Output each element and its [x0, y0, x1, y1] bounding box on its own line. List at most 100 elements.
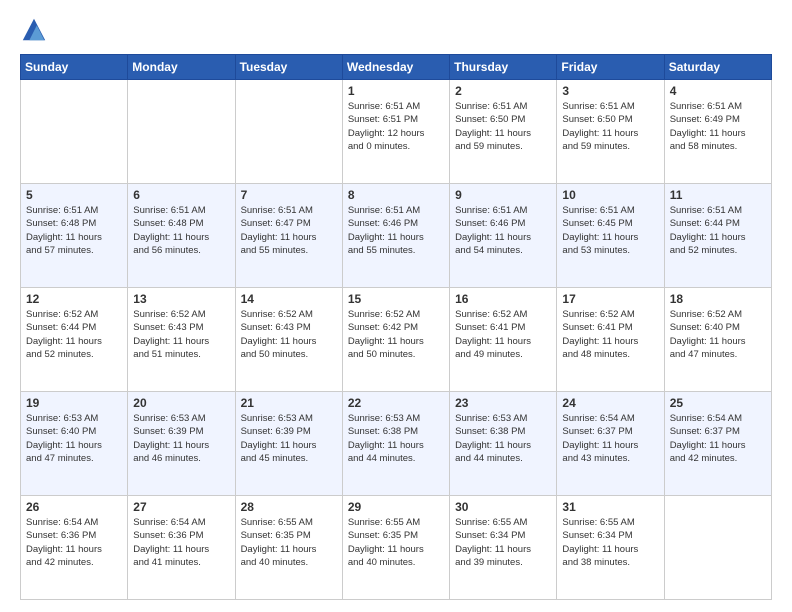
- calendar-cell: 28 Sunrise: 6:55 AM Sunset: 6:35 PM Dayli…: [235, 496, 342, 600]
- calendar-cell: 24 Sunrise: 6:54 AM Sunset: 6:37 PM Dayli…: [557, 392, 664, 496]
- calendar-cell: 25 Sunrise: 6:54 AM Sunset: 6:37 PM Dayli…: [664, 392, 771, 496]
- calendar-cell: 13 Sunrise: 6:52 AM Sunset: 6:43 PM Dayli…: [128, 288, 235, 392]
- cell-details: Sunrise: 6:53 AM Sunset: 6:39 PM Dayligh…: [133, 412, 229, 465]
- calendar-cell: 17 Sunrise: 6:52 AM Sunset: 6:41 PM Dayli…: [557, 288, 664, 392]
- cell-details: Sunrise: 6:53 AM Sunset: 6:40 PM Dayligh…: [26, 412, 122, 465]
- cell-details: Sunrise: 6:52 AM Sunset: 6:44 PM Dayligh…: [26, 308, 122, 361]
- day-number: 6: [133, 188, 229, 202]
- calendar-row: 5Sunrise: 6:51 AM Sunset: 6:48 PM Daylig…: [21, 184, 772, 288]
- day-number: 5: [26, 188, 122, 202]
- calendar-cell: 15 Sunrise: 6:52 AM Sunset: 6:42 PM Dayli…: [342, 288, 449, 392]
- day-number: 13: [133, 292, 229, 306]
- cell-details: Sunrise: 6:51 AM Sunset: 6:46 PM Dayligh…: [348, 204, 444, 257]
- day-number: 12: [26, 292, 122, 306]
- day-number: 3: [562, 84, 658, 98]
- cell-details: Sunrise: 6:52 AM Sunset: 6:43 PM Dayligh…: [241, 308, 337, 361]
- day-number: 26: [26, 500, 122, 514]
- day-number: 24: [562, 396, 658, 410]
- day-number: 11: [670, 188, 766, 202]
- day-number: 10: [562, 188, 658, 202]
- cell-details: Sunrise: 6:54 AM Sunset: 6:36 PM Dayligh…: [26, 516, 122, 569]
- cell-details: Sunrise: 6:53 AM Sunset: 6:39 PM Dayligh…: [241, 412, 337, 465]
- cell-details: Sunrise: 6:54 AM Sunset: 6:37 PM Dayligh…: [562, 412, 658, 465]
- calendar-table: SundayMondayTuesdayWednesdayThursdayFrid…: [20, 54, 772, 600]
- calendar-cell: 22 Sunrise: 6:53 AM Sunset: 6:38 PM Dayli…: [342, 392, 449, 496]
- day-number: 27: [133, 500, 229, 514]
- calendar-cell: 1 Sunrise: 6:51 AM Sunset: 6:51 PM Daylig…: [342, 80, 449, 184]
- day-number: 2: [455, 84, 551, 98]
- cell-details: Sunrise: 6:53 AM Sunset: 6:38 PM Dayligh…: [348, 412, 444, 465]
- cell-details: Sunrise: 6:51 AM Sunset: 6:50 PM Dayligh…: [562, 100, 658, 153]
- calendar-cell: 2 Sunrise: 6:51 AM Sunset: 6:50 PM Daylig…: [450, 80, 557, 184]
- calendar-cell: 8Sunrise: 6:51 AM Sunset: 6:46 PM Daylig…: [342, 184, 449, 288]
- cell-details: Sunrise: 6:51 AM Sunset: 6:51 PM Dayligh…: [348, 100, 444, 153]
- weekday-header-monday: Monday: [128, 55, 235, 80]
- calendar-cell: [128, 80, 235, 184]
- cell-details: Sunrise: 6:55 AM Sunset: 6:35 PM Dayligh…: [241, 516, 337, 569]
- calendar-cell: 11 Sunrise: 6:51 AM Sunset: 6:44 PM Dayli…: [664, 184, 771, 288]
- logo-icon: [20, 16, 48, 44]
- weekday-header-row: SundayMondayTuesdayWednesdayThursdayFrid…: [21, 55, 772, 80]
- calendar-row: 12 Sunrise: 6:52 AM Sunset: 6:44 PM Dayli…: [21, 288, 772, 392]
- cell-details: Sunrise: 6:51 AM Sunset: 6:50 PM Dayligh…: [455, 100, 551, 153]
- weekday-header-sunday: Sunday: [21, 55, 128, 80]
- day-number: 9: [455, 188, 551, 202]
- weekday-header-wednesday: Wednesday: [342, 55, 449, 80]
- calendar-cell: 26 Sunrise: 6:54 AM Sunset: 6:36 PM Dayli…: [21, 496, 128, 600]
- cell-details: Sunrise: 6:52 AM Sunset: 6:41 PM Dayligh…: [455, 308, 551, 361]
- cell-details: Sunrise: 6:53 AM Sunset: 6:38 PM Dayligh…: [455, 412, 551, 465]
- day-number: 28: [241, 500, 337, 514]
- weekday-header-thursday: Thursday: [450, 55, 557, 80]
- day-number: 22: [348, 396, 444, 410]
- cell-details: Sunrise: 6:52 AM Sunset: 6:43 PM Dayligh…: [133, 308, 229, 361]
- calendar-cell: 27 Sunrise: 6:54 AM Sunset: 6:36 PM Dayli…: [128, 496, 235, 600]
- day-number: 16: [455, 292, 551, 306]
- cell-details: Sunrise: 6:54 AM Sunset: 6:36 PM Dayligh…: [133, 516, 229, 569]
- weekday-header-friday: Friday: [557, 55, 664, 80]
- cell-details: Sunrise: 6:55 AM Sunset: 6:34 PM Dayligh…: [562, 516, 658, 569]
- weekday-header-saturday: Saturday: [664, 55, 771, 80]
- day-number: 17: [562, 292, 658, 306]
- page: SundayMondayTuesdayWednesdayThursdayFrid…: [0, 0, 792, 612]
- cell-details: Sunrise: 6:51 AM Sunset: 6:44 PM Dayligh…: [670, 204, 766, 257]
- day-number: 23: [455, 396, 551, 410]
- calendar-cell: 9 Sunrise: 6:51 AM Sunset: 6:46 PM Daylig…: [450, 184, 557, 288]
- day-number: 29: [348, 500, 444, 514]
- cell-details: Sunrise: 6:52 AM Sunset: 6:41 PM Dayligh…: [562, 308, 658, 361]
- calendar-row: 19Sunrise: 6:53 AM Sunset: 6:40 PM Dayli…: [21, 392, 772, 496]
- calendar-cell: [235, 80, 342, 184]
- cell-details: Sunrise: 6:52 AM Sunset: 6:42 PM Dayligh…: [348, 308, 444, 361]
- calendar-row: 1 Sunrise: 6:51 AM Sunset: 6:51 PM Daylig…: [21, 80, 772, 184]
- calendar-cell: 14Sunrise: 6:52 AM Sunset: 6:43 PM Dayli…: [235, 288, 342, 392]
- calendar-cell: 12 Sunrise: 6:52 AM Sunset: 6:44 PM Dayli…: [21, 288, 128, 392]
- cell-details: Sunrise: 6:51 AM Sunset: 6:47 PM Dayligh…: [241, 204, 337, 257]
- calendar-cell: 4Sunrise: 6:51 AM Sunset: 6:49 PM Daylig…: [664, 80, 771, 184]
- calendar-cell: 3 Sunrise: 6:51 AM Sunset: 6:50 PM Daylig…: [557, 80, 664, 184]
- calendar-cell: 6Sunrise: 6:51 AM Sunset: 6:48 PM Daylig…: [128, 184, 235, 288]
- day-number: 18: [670, 292, 766, 306]
- day-number: 1: [348, 84, 444, 98]
- calendar-cell: 5Sunrise: 6:51 AM Sunset: 6:48 PM Daylig…: [21, 184, 128, 288]
- day-number: 15: [348, 292, 444, 306]
- cell-details: Sunrise: 6:51 AM Sunset: 6:46 PM Dayligh…: [455, 204, 551, 257]
- calendar-cell: 16 Sunrise: 6:52 AM Sunset: 6:41 PM Dayli…: [450, 288, 557, 392]
- calendar-cell: 10 Sunrise: 6:51 AM Sunset: 6:45 PM Dayli…: [557, 184, 664, 288]
- cell-details: Sunrise: 6:55 AM Sunset: 6:34 PM Dayligh…: [455, 516, 551, 569]
- day-number: 31: [562, 500, 658, 514]
- cell-details: Sunrise: 6:51 AM Sunset: 6:45 PM Dayligh…: [562, 204, 658, 257]
- day-number: 21: [241, 396, 337, 410]
- calendar-cell: 21 Sunrise: 6:53 AM Sunset: 6:39 PM Dayli…: [235, 392, 342, 496]
- calendar-cell: 31 Sunrise: 6:55 AM Sunset: 6:34 PM Dayli…: [557, 496, 664, 600]
- cell-details: Sunrise: 6:54 AM Sunset: 6:37 PM Dayligh…: [670, 412, 766, 465]
- cell-details: Sunrise: 6:51 AM Sunset: 6:49 PM Dayligh…: [670, 100, 766, 153]
- calendar-row: 26 Sunrise: 6:54 AM Sunset: 6:36 PM Dayli…: [21, 496, 772, 600]
- day-number: 20: [133, 396, 229, 410]
- cell-details: Sunrise: 6:55 AM Sunset: 6:35 PM Dayligh…: [348, 516, 444, 569]
- day-number: 7: [241, 188, 337, 202]
- calendar-cell: 19Sunrise: 6:53 AM Sunset: 6:40 PM Dayli…: [21, 392, 128, 496]
- calendar-cell: 30Sunrise: 6:55 AM Sunset: 6:34 PM Dayli…: [450, 496, 557, 600]
- day-number: 25: [670, 396, 766, 410]
- calendar-cell: 23 Sunrise: 6:53 AM Sunset: 6:38 PM Dayli…: [450, 392, 557, 496]
- calendar-cell: [21, 80, 128, 184]
- calendar-cell: 7 Sunrise: 6:51 AM Sunset: 6:47 PM Daylig…: [235, 184, 342, 288]
